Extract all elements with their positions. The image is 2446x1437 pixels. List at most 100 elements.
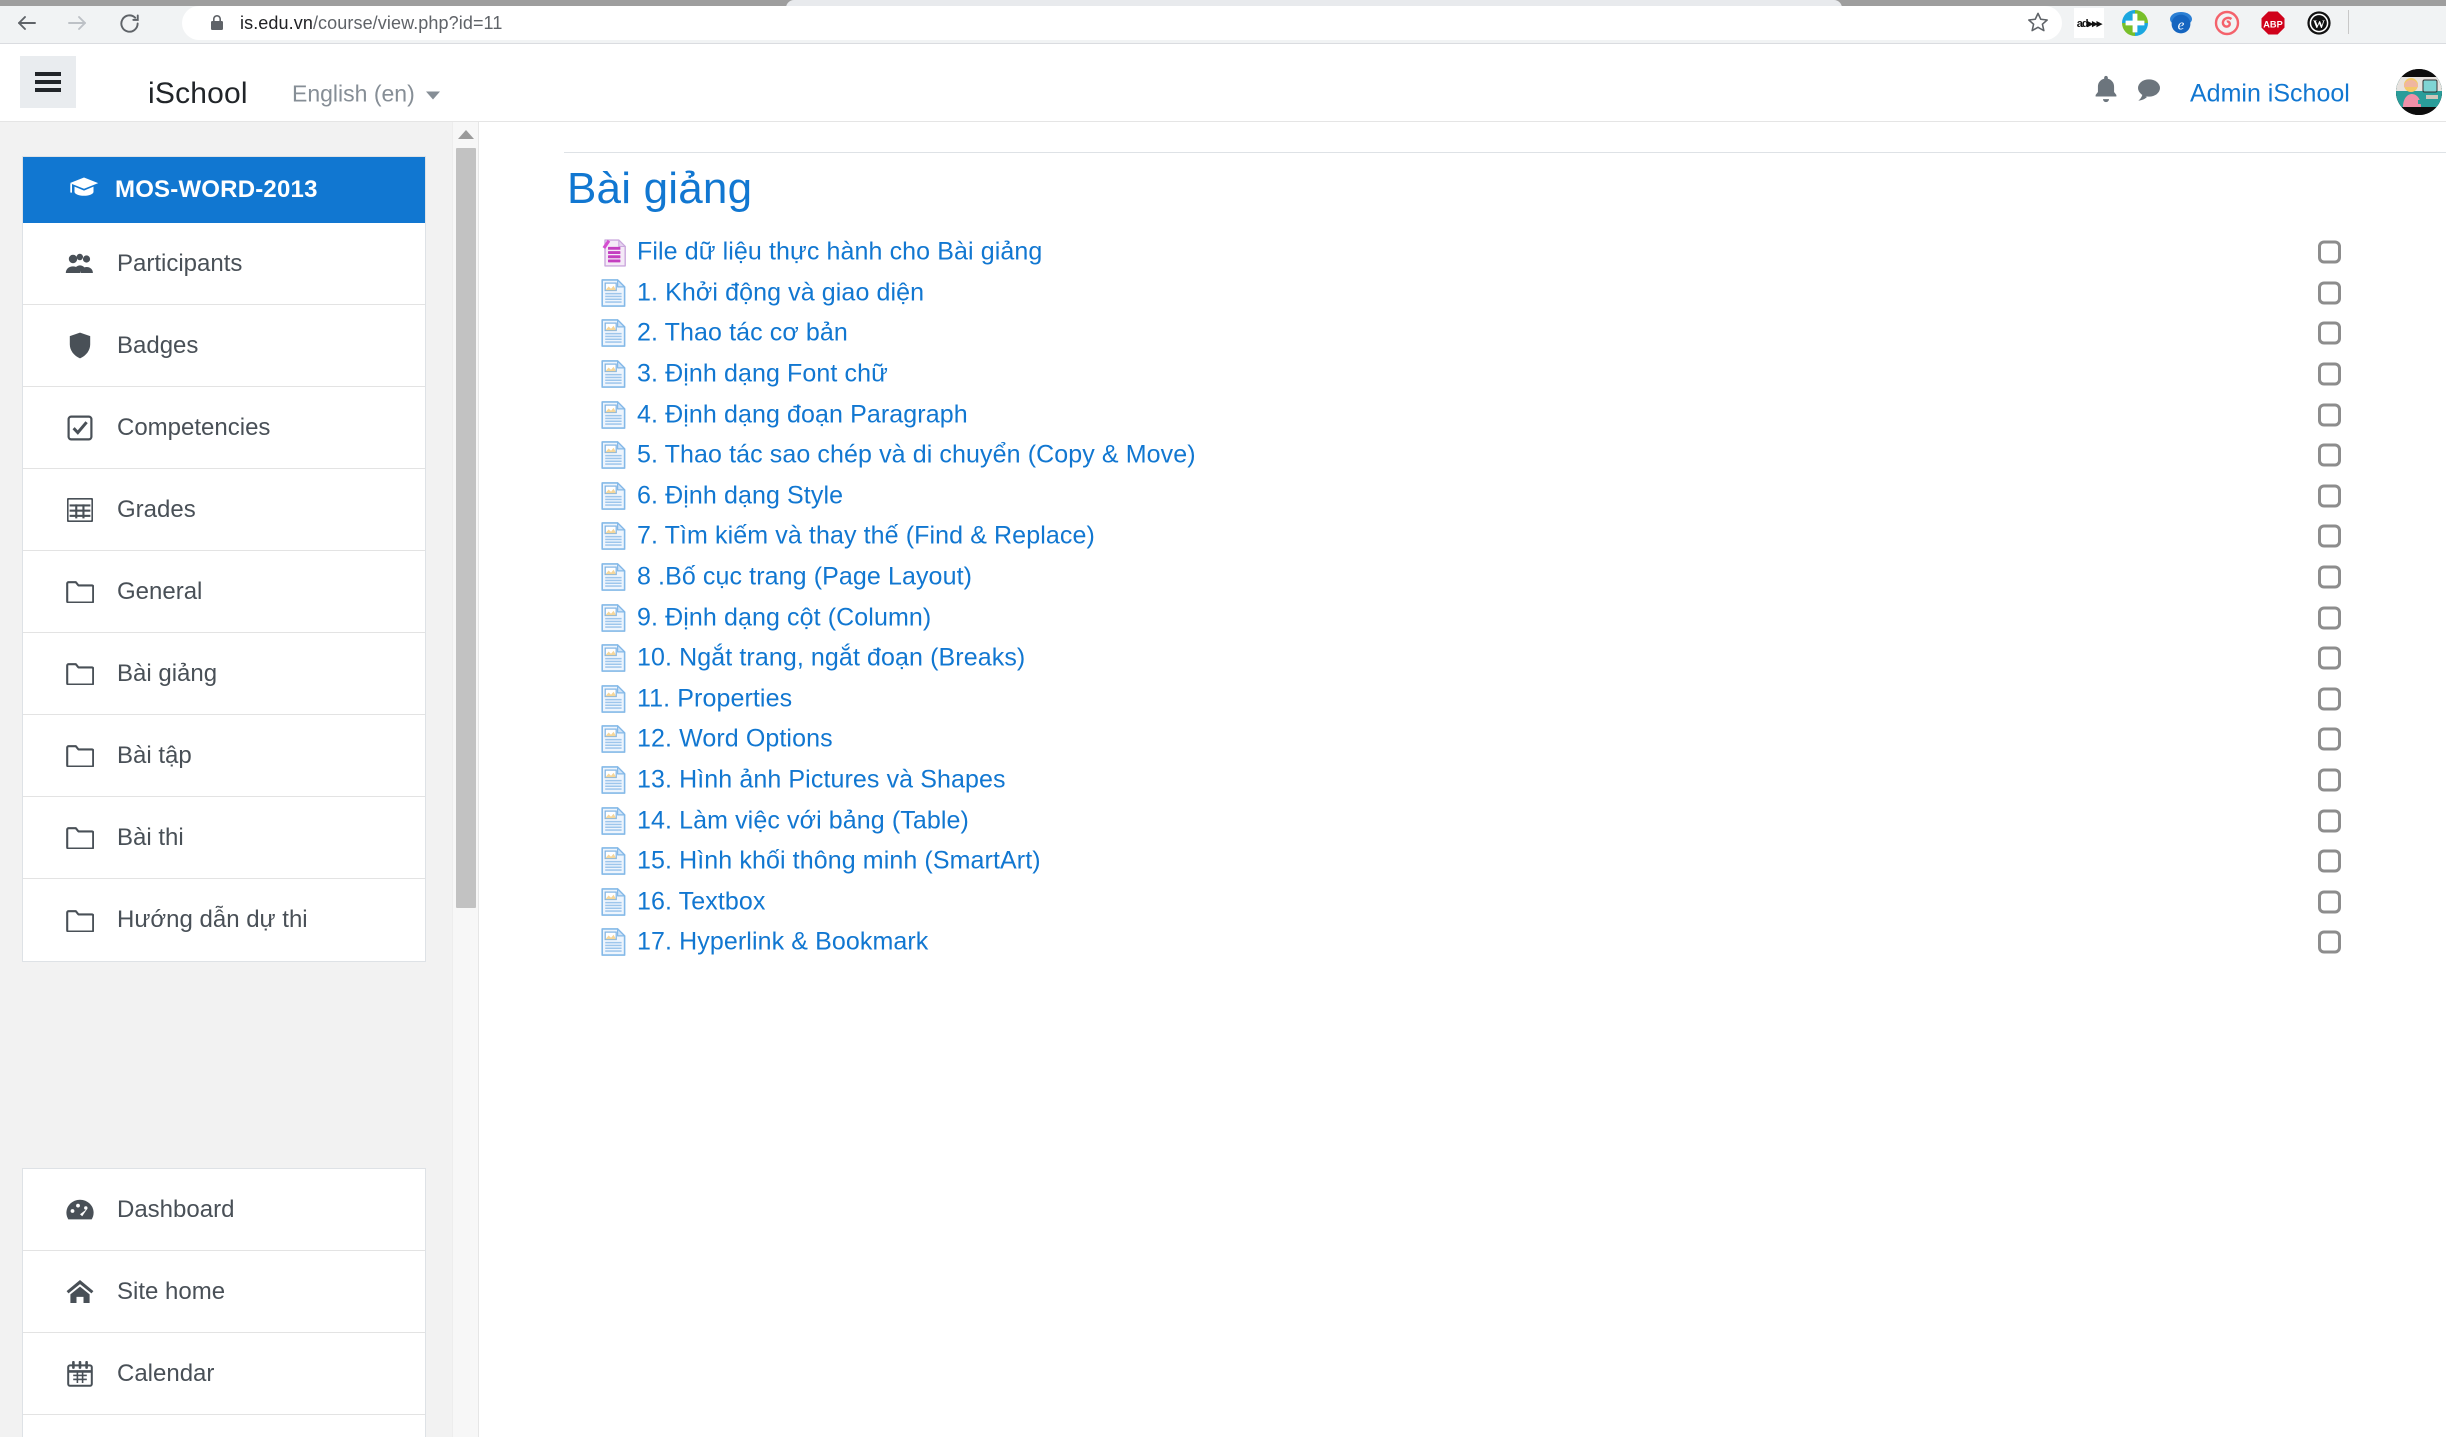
profile-extension-icon[interactable] [2368,8,2398,38]
page-body: MOS-WORD-2013 Participants Badges Competen… [0,122,2446,1437]
site-navbar: iSchool English (en) Admin iSchool [0,44,2446,122]
site-brand[interactable]: iSchool [148,77,248,111]
completion-checkbox[interactable] [2318,240,2341,264]
bell-icon[interactable] [2092,75,2120,110]
completion-checkbox[interactable] [2318,403,2341,427]
address-bar[interactable]: is.edu.vn/course/view.php?id=11 [182,6,2062,40]
message-bubble-icon[interactable] [2134,77,2164,108]
completion-checkbox[interactable] [2318,606,2341,630]
completion-checkbox[interactable] [2318,930,2341,954]
scroll-up-arrow-icon[interactable] [458,130,474,139]
sidebar-item-label: Hướng dẫn dự thi [117,906,308,933]
completion-checkbox[interactable] [2318,524,2341,548]
reload-button[interactable] [114,8,144,38]
language-label: English (en) [292,80,415,107]
activity-link[interactable]: 6. Định dạng Style [637,481,843,510]
lock-icon [210,15,224,31]
language-menu[interactable]: English (en) [292,81,440,108]
sidebar-item-private-files[interactable]: Private files [23,1415,425,1437]
completion-checkbox[interactable] [2318,443,2341,467]
nav-drawer-toggle-button[interactable] [20,56,76,108]
user-menu[interactable]: Admin iSchool [2190,80,2350,109]
sidebar-item-h-ng-d-n-d-thi[interactable]: Hướng dẫn dự thi [23,879,425,961]
activity-link[interactable]: 10. Ngắt trang, ngắt đoạn (Breaks) [637,644,1025,673]
sidebar-item-label: Bài tập [117,741,192,769]
graduation-cap-icon [69,176,99,205]
activity-link[interactable]: 7. Tìm kiếm và thay thế (Find & Replace) [637,522,1095,551]
activity-row: 11. Properties [567,679,2437,720]
activity-link[interactable]: 11. Properties [637,684,792,713]
activity-link[interactable]: 16. Textbox [637,887,766,916]
completion-checkbox[interactable] [2318,484,2341,508]
folder-icon [65,744,95,767]
completion-checkbox[interactable] [2318,768,2341,792]
sidebar-item-label: Site home [117,1277,226,1305]
sidebar-item-b-i-gi-ng[interactable]: Bài giảng [23,633,425,715]
completion-checkbox[interactable] [2318,849,2341,873]
folder-icon [65,662,95,685]
activity-row: 8 .Bố cục trang (Page Layout) [567,557,2437,598]
swirl-extension-icon[interactable] [2212,8,2242,38]
sidebar-item-dashboard[interactable]: Dashboard [23,1169,425,1251]
page-icon [599,847,628,876]
main-content-region: Bài giảng File dữ liệu thực hành cho Bài… [478,122,2446,1437]
activity-link[interactable]: 2. Thao tác cơ bản [637,319,848,348]
activity-link[interactable]: 12. Word Options [637,725,833,754]
activity-link[interactable]: 14. Làm việc với bảng (Table) [637,806,969,835]
completion-checkbox[interactable] [2318,809,2341,833]
activity-link[interactable]: 8 .Bố cục trang (Page Layout) [637,563,972,592]
site-nav-block: Dashboard Site home Calendar Private files [22,1168,426,1437]
sidebar-item-badges[interactable]: Badges [23,305,425,387]
activity-link[interactable]: 17. Hyperlink & Bookmark [637,928,928,957]
activity-link[interactable]: 3. Định dạng Font chữ [637,360,888,389]
sidebar-item-competencies[interactable]: Competencies [23,387,425,469]
sidebar-item-b-i-thi[interactable]: Bài thi [23,797,425,879]
sidebar-item-label: Badges [117,331,199,359]
sidebar-item-grades[interactable]: Grades [23,469,425,551]
activity-link[interactable]: 9. Định dạng cột (Column) [637,603,931,632]
folder-icon [65,826,95,849]
completion-checkbox[interactable] [2318,281,2341,305]
activity-link[interactable]: 1. Khởi động và giao diện [637,278,924,307]
completion-checkbox[interactable] [2318,362,2341,386]
completion-checkbox[interactable] [2318,727,2341,751]
sidebar-item-general[interactable]: General [23,551,425,633]
page-icon [599,684,628,713]
activity-link[interactable]: 13. Hình ảnh Pictures và Shapes [637,766,1006,795]
bookmark-star-icon[interactable] [2020,6,2056,38]
nav-drawer-scrollbar[interactable] [452,122,478,1437]
page-icon [599,806,628,835]
site-nav-items: Dashboard Site home Calendar Private files [23,1169,425,1437]
activity-link[interactable]: 4. Định dạng đoạn Paragraph [637,400,968,429]
abp-extension-icon[interactable]: ABP [2258,8,2288,38]
users-icon [65,252,95,276]
table-grid-icon [65,497,95,522]
completion-checkbox[interactable] [2318,890,2341,914]
shield-icon [65,332,95,359]
course-block-title: MOS-WORD-2013 [115,176,318,203]
avatar[interactable] [2396,69,2442,115]
completion-checkbox[interactable] [2318,687,2341,711]
browser-chrome: is.edu.vn/course/view.php?id=11 ad▸▸▸ e [0,0,2446,44]
plus-extension-icon[interactable] [2120,8,2150,38]
sidebar-item-participants[interactable]: Participants [23,223,425,305]
back-button[interactable] [12,8,42,38]
completion-checkbox[interactable] [2318,565,2341,589]
sidebar-item-calendar[interactable]: Calendar [23,1333,425,1415]
forward-button[interactable] [62,8,92,38]
activity-list: File dữ liệu thực hành cho Bài giảng 1. K… [567,232,2437,963]
ie-tab-extension-icon[interactable]: e [2166,8,2196,38]
calendar-icon [65,1360,95,1387]
sidebar-item-b-i-t-p[interactable]: Bài tập [23,715,425,797]
nav-drawer-scrollbar-thumb[interactable] [456,148,476,908]
course-block-header[interactable]: MOS-WORD-2013 [23,157,425,223]
activity-link[interactable]: 15. Hình khối thông minh (SmartArt) [637,847,1041,876]
completion-checkbox[interactable] [2318,646,2341,670]
w-extension-icon[interactable]: W [2304,8,2334,38]
sidebar-item-site-home[interactable]: Site home [23,1251,425,1333]
activity-link[interactable]: 5. Thao tác sao chép và di chuyển (Copy … [637,441,1196,470]
resource-file-icon [599,238,628,267]
completion-checkbox[interactable] [2318,321,2341,345]
activity-link[interactable]: File dữ liệu thực hành cho Bài giảng [637,238,1042,267]
adblock-text-extension-icon[interactable]: ad▸▸▸ [2074,8,2104,38]
